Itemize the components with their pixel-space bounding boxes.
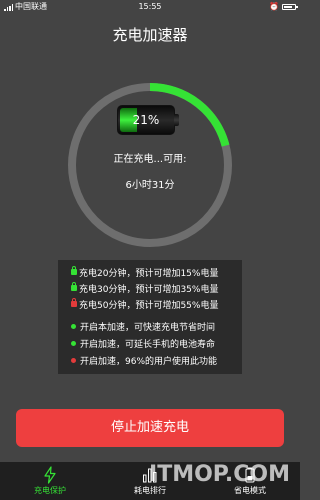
battery-status-icon	[282, 4, 298, 10]
boost-info-text: 充电50分钟，预计可增加55%电量	[79, 300, 219, 311]
tip-text: 开启加速，可延长手机的电池寿命	[80, 340, 216, 350]
lock-green-icon	[71, 282, 77, 291]
tip-item: 开启加速，96%的用户使用此功能	[71, 352, 217, 369]
status-bar: 中国联通 15:55 ⏰	[0, 0, 300, 14]
boost-info-item: 充电50分钟，预计可增加55%电量	[71, 296, 218, 312]
tip-text: 开启加速，96%的用户使用此功能	[80, 357, 218, 367]
bullet-red-icon	[71, 358, 76, 363]
battery-level-icon: 21%	[117, 105, 179, 135]
boost-info-item: 充电30分钟，预计可增加35%电量	[71, 280, 218, 296]
boost-info-text: 充电30分钟，预计可增加35%电量	[79, 284, 219, 295]
tip-text: 开启本加速，可快速充电节省时间	[80, 323, 216, 333]
status-right: ⏰	[269, 0, 298, 14]
lightning-icon	[44, 466, 56, 484]
nav-label: 充电保护	[34, 486, 66, 495]
tip-item: 开启加速，可延长手机的电池寿命	[71, 335, 217, 352]
charge-ring: 21% 正在充电...可用: 6小时31分	[65, 80, 235, 250]
bullet-green-icon	[71, 341, 76, 346]
charging-status: 正在充电...可用:	[113, 154, 187, 165]
boost-info-text: 充电20分钟，预计可增加15%电量	[79, 268, 219, 279]
boost-info-item: 充电20分钟，预计可增加15%电量	[71, 264, 218, 280]
nav-charge-protect[interactable]: 充电保护	[0, 462, 100, 500]
lock-red-icon	[71, 298, 77, 307]
page-title: 充电加速器	[112, 26, 188, 44]
bullet-green-icon	[71, 324, 76, 329]
lock-green-icon	[71, 266, 77, 275]
watermark-logo: ITMOP.COM	[149, 462, 290, 487]
tips-list: 开启本加速，可快速充电节省时间 开启加速，可延长手机的电池寿命 开启加速，96%…	[71, 318, 217, 369]
info-panel: 充电20分钟，预计可增加15%电量 充电30分钟，预计可增加35%电量 充电50…	[58, 260, 242, 374]
remaining-time: 6小时31分	[125, 180, 175, 191]
battery-percent: 21%	[132, 113, 160, 127]
boost-info-list: 充电20分钟，预计可增加15%电量 充电30分钟，预计可增加35%电量 充电50…	[71, 264, 218, 312]
tip-item: 开启本加速，可快速充电节省时间	[71, 318, 217, 335]
stop-boost-button[interactable]: 停止加速充电	[16, 409, 284, 447]
alarm-icon: ⏰	[269, 2, 279, 11]
clock: 15:55	[138, 2, 162, 11]
